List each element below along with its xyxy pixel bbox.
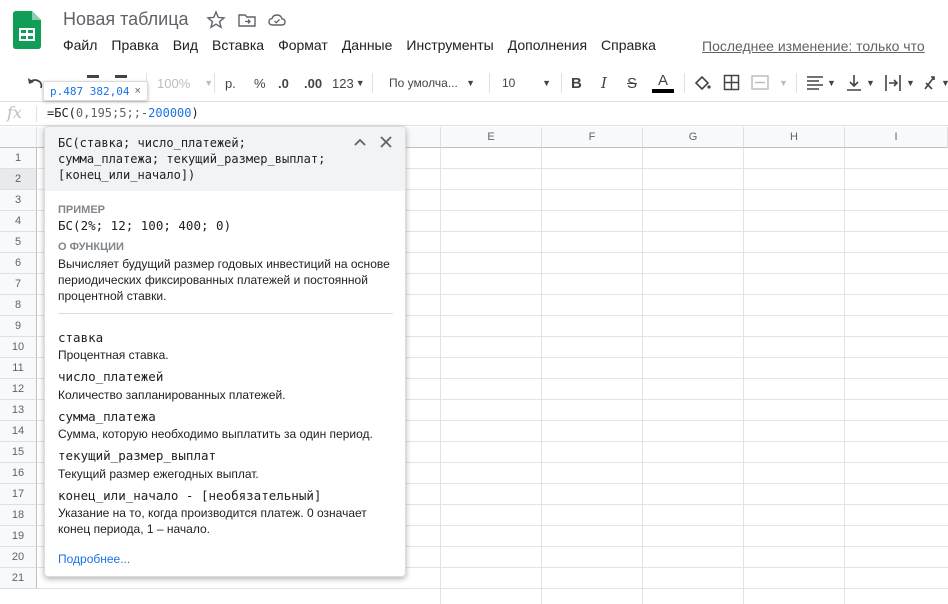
vertical-align-icon[interactable] [846,74,862,92]
text-wrap-dropdown[interactable]: ▼ [906,73,915,93]
row-header-3[interactable]: 3 [0,190,37,211]
column-header-h[interactable]: H [744,127,845,148]
row-header-9[interactable]: 9 [0,316,37,337]
row-header-17[interactable]: 17 [0,484,37,505]
menu-insert[interactable]: Вставка [212,37,264,53]
param-description: Процентная ставка. [58,348,169,362]
about-label: О ФУНКЦИИ [58,241,124,253]
more-formats-select[interactable]: 123 ▼ [332,73,365,93]
row-header-6[interactable]: 6 [0,253,37,274]
row-header-10[interactable]: 10 [0,337,37,358]
formula-help-card: БС(ставка; число_платежей; сумма_платежа… [44,126,406,577]
increase-decimal-button[interactable]: .00 [304,73,322,93]
row-header-14[interactable]: 14 [0,421,37,442]
document-title[interactable]: Новая таблица [63,9,189,30]
column-header-g[interactable]: G [643,127,744,148]
select-all-corner[interactable] [0,127,37,148]
formula-bar: fx =БС(0,195;5;;-200000) [0,102,948,126]
format-currency-button[interactable]: р. [225,73,236,93]
example-formula: БС(2%; 12; 100; 400; 0) [58,218,232,233]
text-rotation-icon[interactable] [923,74,941,92]
menu-data[interactable]: Данные [342,37,393,53]
menu-bar: Файл Правка Вид Вставка Формат Данные Ин… [63,37,670,53]
horizontal-align-icon[interactable] [806,75,824,91]
menu-format[interactable]: Формат [278,37,328,53]
text-color-button[interactable]: A [652,73,674,93]
move-to-folder-icon[interactable] [237,10,257,30]
menu-tools[interactable]: Инструменты [406,37,493,53]
param-description: Указание на то, когда производится плате… [58,506,367,536]
row-header-13[interactable]: 13 [0,400,37,421]
row-header-7[interactable]: 7 [0,274,37,295]
formula-input[interactable]: =БС(0,195;5;;-200000) [47,106,199,120]
row-header-8[interactable]: 8 [0,295,37,316]
param-name: конец_или_начало - [необязательный] [58,488,322,503]
strikethrough-button[interactable]: S [627,73,637,93]
italic-button[interactable]: I [601,73,607,93]
row-header-15[interactable]: 15 [0,442,37,463]
param-name: число_платежей [58,369,164,384]
last-edit-link[interactable]: Последнее изменение: только что [702,38,925,54]
param-name: текущий_размер_выплат [58,448,217,463]
horizontal-align-dropdown[interactable]: ▼ [827,73,836,93]
merge-cells-icon[interactable] [751,74,769,91]
collapse-chevron-icon[interactable] [353,137,367,147]
param-description: Количество запланированных платежей. [58,388,286,402]
zoom-select[interactable]: 100% ▼ [157,73,213,93]
menu-file[interactable]: Файл [63,37,97,53]
function-signature: БС(ставка; число_платежей; сумма_платежа… [58,136,326,182]
param-name: ставка [58,330,104,345]
row-header-18[interactable]: 18 [0,505,37,526]
cloud-saved-icon[interactable] [267,10,287,30]
menu-view[interactable]: Вид [173,37,198,53]
formula-result-tooltip: р.487 382,04 × [43,81,148,101]
header: Новая таблица Файл Правка Вид Вставка Фо… [0,0,948,64]
row-header-19[interactable]: 19 [0,526,37,547]
vertical-align-dropdown[interactable]: ▼ [866,73,875,93]
row-header-2[interactable]: 2 [0,169,37,190]
fill-color-icon[interactable] [693,74,711,92]
close-tooltip-icon[interactable]: × [134,85,140,97]
text-wrap-icon[interactable] [884,74,902,92]
format-percent-button[interactable]: % [254,73,266,93]
example-label: ПРИМЕР [58,204,105,216]
row-header-5[interactable]: 5 [0,232,37,253]
undo-icon[interactable] [26,75,44,93]
row-header-4[interactable]: 4 [0,211,37,232]
star-icon[interactable] [206,10,226,30]
row-header-1[interactable]: 1 [0,148,37,169]
borders-icon[interactable] [723,74,740,91]
formula-result-value: р.487 382,04 [50,84,130,98]
row-header-21[interactable]: 21 [0,568,37,589]
function-signature-header: БС(ставка; число_платежей; сумма_платежа… [45,127,405,191]
param-description: Текущий размер ежегодных выплат. [58,467,259,481]
font-select[interactable]: По умолча... ▼ [389,73,475,93]
row-header-16[interactable]: 16 [0,463,37,484]
decrease-decimal-button[interactable]: .0 [278,73,289,93]
column-header-i[interactable]: I [845,127,948,148]
row-header-20[interactable]: 20 [0,547,37,568]
sheets-logo-icon[interactable] [13,11,41,49]
bold-button[interactable]: B [571,73,582,93]
function-description: Вычисляет будущий размер годовых инвести… [58,257,390,303]
column-header-f[interactable]: F [542,127,643,148]
merge-dropdown[interactable]: ▼ [779,73,788,93]
menu-addons[interactable]: Дополнения [508,37,587,53]
row-header-12[interactable]: 12 [0,379,37,400]
font-size-select[interactable]: 10 ▼ [502,73,551,93]
fx-icon: fx [7,103,22,122]
learn-more-link[interactable]: Подробнее... [58,552,130,566]
row-header-11[interactable]: 11 [0,358,37,379]
menu-edit[interactable]: Правка [111,37,158,53]
column-header-e[interactable]: E [441,127,542,148]
text-rotation-dropdown[interactable]: ▼ [941,73,948,93]
menu-help[interactable]: Справка [601,37,656,53]
close-icon[interactable] [379,135,393,149]
param-description: Сумма, которую необходимо выплатить за о… [58,427,373,441]
param-name: сумма_платежа [58,409,156,424]
